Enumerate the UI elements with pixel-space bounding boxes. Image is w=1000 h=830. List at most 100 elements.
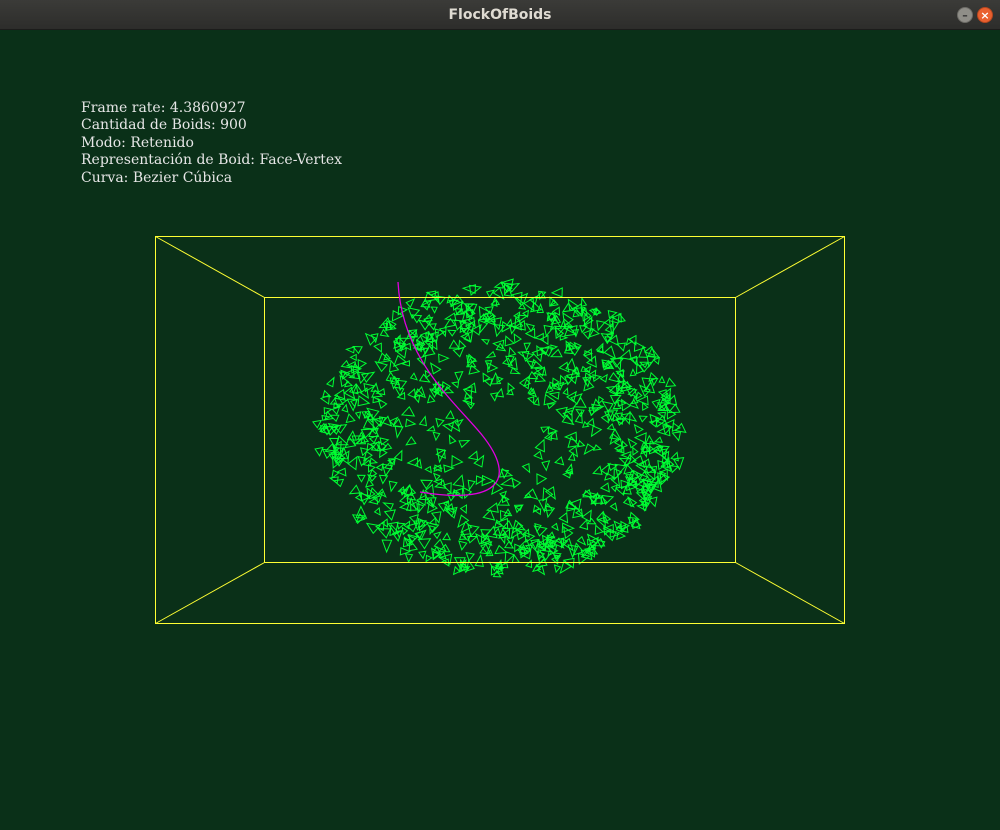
- boid: [633, 423, 644, 434]
- hud-info: Frame rate: 4.3860927 Cantidad de Boids:…: [81, 100, 342, 187]
- boid: [325, 376, 335, 388]
- boid: [586, 417, 595, 427]
- boid: [575, 408, 585, 418]
- boid: [400, 405, 416, 417]
- boid: [481, 474, 495, 487]
- boid: [332, 478, 345, 488]
- boid: [405, 435, 417, 446]
- boid: [594, 524, 604, 536]
- boid: [432, 472, 441, 481]
- boid: [533, 332, 544, 342]
- boid: [646, 355, 657, 368]
- window-title: FlockOfBoids: [448, 7, 552, 23]
- boid: [333, 388, 346, 400]
- boid: [648, 371, 658, 383]
- boid: [458, 439, 471, 449]
- boid: [336, 467, 347, 477]
- boid: [492, 339, 505, 350]
- boid: [603, 345, 617, 360]
- boid: [379, 437, 390, 446]
- boid: [452, 474, 465, 488]
- boid: [458, 540, 468, 551]
- boid: [581, 488, 593, 498]
- boid: [583, 443, 596, 456]
- boid: [401, 526, 409, 536]
- boid: [555, 406, 568, 419]
- boid: [340, 359, 352, 369]
- boid: [592, 465, 603, 475]
- close-button[interactable]: ×: [977, 7, 993, 23]
- boid: [596, 320, 606, 332]
- boid: [508, 346, 517, 357]
- boid: [373, 507, 381, 516]
- boid: [543, 324, 555, 337]
- boid: [475, 475, 486, 486]
- boid: [443, 312, 457, 322]
- boid: [546, 403, 556, 410]
- boid: [485, 289, 496, 299]
- boid: [369, 457, 379, 464]
- boid: [405, 298, 416, 309]
- boid: [559, 561, 573, 575]
- boid: [383, 509, 396, 521]
- boid: [349, 353, 357, 362]
- boid: [454, 370, 464, 383]
- boid: [658, 375, 666, 384]
- boid: [459, 504, 468, 515]
- boid: [405, 418, 417, 428]
- boid: [404, 553, 414, 564]
- boid: [609, 502, 618, 512]
- boid: [406, 457, 419, 467]
- mode-text: Modo: Retenido: [81, 134, 194, 151]
- boid: [633, 432, 647, 444]
- boid: [562, 525, 574, 539]
- boid: [438, 353, 450, 363]
- bounding-box: [155, 236, 845, 624]
- box-edge: [155, 236, 265, 298]
- boid: [407, 307, 421, 320]
- boid: [484, 360, 493, 371]
- boid: [314, 446, 324, 457]
- boid: [433, 538, 447, 553]
- boid: [362, 418, 378, 430]
- boid: [408, 513, 419, 525]
- boid: [559, 335, 569, 341]
- boid: [629, 368, 637, 377]
- boid: [533, 396, 540, 406]
- boid: [445, 409, 455, 420]
- render-canvas[interactable]: Frame rate: 4.3860927 Cantidad de Boids:…: [0, 30, 1000, 830]
- boid: [540, 426, 551, 434]
- boid: [599, 373, 608, 383]
- boid: [473, 454, 485, 468]
- boid: [429, 362, 442, 375]
- boid: [627, 437, 638, 449]
- boid: [485, 502, 499, 513]
- boid: [373, 342, 382, 353]
- boid: [635, 391, 643, 400]
- boid: [541, 460, 551, 472]
- boid: [359, 387, 369, 400]
- boid: [377, 352, 391, 364]
- boid: [378, 474, 389, 485]
- boid: [523, 342, 532, 352]
- boid: [588, 409, 598, 417]
- boid: [653, 436, 663, 443]
- boid: [464, 382, 477, 394]
- boid: [383, 353, 392, 361]
- boid: [379, 328, 390, 338]
- boid: [424, 465, 432, 474]
- minimize-button[interactable]: –: [957, 7, 973, 23]
- boid: [480, 338, 490, 346]
- window-titlebar[interactable]: FlockOfBoids – ×: [0, 0, 1000, 30]
- boid: [590, 425, 603, 438]
- boid: [638, 415, 648, 423]
- boid: [554, 456, 565, 466]
- boid: [549, 348, 563, 358]
- box-edge: [735, 236, 845, 298]
- boid: [377, 528, 392, 539]
- boid: [566, 390, 577, 403]
- boid: [451, 381, 460, 389]
- boids-layer: [312, 278, 687, 578]
- boid: [621, 440, 629, 449]
- boid: [467, 479, 476, 491]
